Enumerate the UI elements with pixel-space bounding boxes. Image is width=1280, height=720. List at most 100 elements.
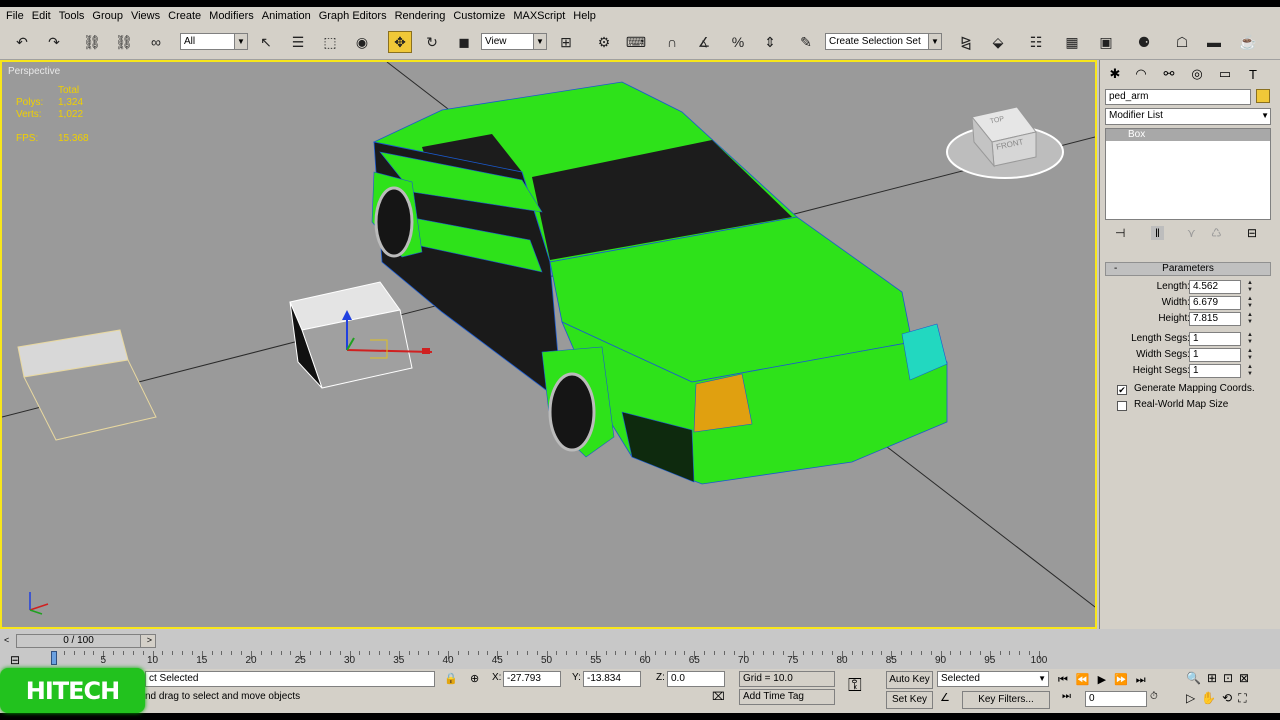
menu-modifiers[interactable]: Modifiers: [207, 7, 260, 26]
current-time-marker[interactable]: [51, 651, 57, 665]
make-unique-icon[interactable]: ⋎: [1187, 226, 1196, 240]
track-bar[interactable]: 0510152025303540455055606570758085909510…: [16, 651, 1086, 669]
modifier-list-dropdown[interactable]: Modifier List ▼: [1105, 108, 1271, 125]
lock-selection-icon[interactable]: 🔒: [444, 672, 458, 685]
key-mode-toggle-icon[interactable]: ⏭: [1062, 691, 1071, 702]
stack-item-box[interactable]: Box: [1106, 129, 1270, 141]
render-setup-icon[interactable]: ☖: [1170, 31, 1194, 53]
length-field[interactable]: 4.562: [1189, 280, 1241, 294]
key-filters-button[interactable]: Key Filters...: [962, 691, 1050, 709]
manipulate-icon[interactable]: ⚙: [592, 31, 616, 53]
real-world-map-size-checkbox[interactable]: [1117, 401, 1127, 411]
object-color-swatch[interactable]: [1256, 89, 1270, 103]
selection-filter-dropdown[interactable]: All ▼: [180, 33, 248, 50]
menu-create[interactable]: Create: [166, 7, 207, 26]
select-object-icon[interactable]: ↖: [254, 31, 278, 53]
pin-stack-icon[interactable]: ⊣: [1115, 226, 1125, 240]
key-mode-dropdown[interactable]: Selected ▼: [937, 671, 1049, 687]
generate-mapping-checkbox[interactable]: ✔: [1117, 385, 1127, 395]
reference-coordinate-dropdown[interactable]: View ▼: [481, 33, 547, 50]
perspective-viewport[interactable]: Perspective Total Polys: 1,324 Verts: 1,…: [0, 60, 1097, 629]
rendered-frame-window-icon[interactable]: ▬: [1202, 31, 1226, 53]
pivot-center-icon[interactable]: ⊞: [554, 31, 578, 53]
snaps-toggle-icon[interactable]: ∩: [660, 31, 684, 53]
percent-snap-icon[interactable]: %: [726, 31, 750, 53]
parameters-rollout-header[interactable]: - Parameters: [1105, 262, 1271, 276]
menu-animation[interactable]: Animation: [260, 7, 317, 26]
material-editor-icon[interactable]: ⚈: [1132, 31, 1156, 53]
modify-tab-icon[interactable]: ◠: [1130, 64, 1152, 84]
width-spinner[interactable]: ▲ ▼: [1245, 296, 1255, 310]
width-segs-field[interactable]: 1: [1189, 348, 1241, 362]
length-spinner[interactable]: ▲ ▼: [1245, 280, 1255, 294]
height-spinner[interactable]: ▲ ▼: [1245, 312, 1255, 326]
menu-customize[interactable]: Customize: [451, 7, 511, 26]
slider-prev-icon[interactable]: <: [4, 635, 9, 645]
set-key-button[interactable]: Set Key: [886, 691, 933, 709]
time-config-icon[interactable]: ⏱: [1150, 691, 1158, 702]
time-slider-thumb[interactable]: 0 / 100: [17, 635, 141, 647]
mini-curve-editor-icon[interactable]: ⊟: [10, 653, 20, 667]
menu-views[interactable]: Views: [129, 7, 166, 26]
width-segs-spinner[interactable]: ▲ ▼: [1245, 348, 1255, 362]
height-segs-field[interactable]: 1: [1189, 364, 1241, 378]
menu-file[interactable]: File: [4, 7, 30, 26]
menu-maxscript[interactable]: MAXScript: [511, 7, 571, 26]
utilities-tab-icon[interactable]: T: [1242, 64, 1264, 84]
align-icon[interactable]: ⬙: [986, 31, 1010, 53]
redo-icon[interactable]: ↷: [42, 31, 66, 53]
viewport-nav-row-2[interactable]: ▷✋⟲⛶: [1186, 691, 1253, 706]
viewport-nav-row-1[interactable]: 🔍⊞⊡⊠: [1186, 671, 1255, 685]
auto-key-button[interactable]: Auto Key: [886, 671, 933, 689]
select-and-scale-icon[interactable]: ◼: [452, 31, 476, 53]
display-tab-icon[interactable]: ▭: [1214, 64, 1236, 84]
curve-editor-icon[interactable]: ▦: [1060, 31, 1084, 53]
time-slider[interactable]: 0 / 100 >: [16, 634, 156, 648]
show-end-result-icon[interactable]: ‖: [1151, 226, 1164, 240]
length-segs-field[interactable]: 1: [1189, 332, 1241, 346]
link-icon[interactable]: ⛓: [80, 31, 104, 53]
schematic-view-icon[interactable]: ▣: [1094, 31, 1118, 53]
menu-tools[interactable]: Tools: [57, 7, 91, 26]
menu-help[interactable]: Help: [571, 7, 602, 26]
select-and-rotate-icon[interactable]: ↻: [420, 31, 444, 53]
height-field[interactable]: 7.815: [1189, 312, 1241, 326]
absolute-mode-icon[interactable]: ⊕: [470, 672, 479, 685]
named-selection-sets-dropdown[interactable]: Create Selection Set ▼: [825, 33, 942, 50]
set-key-icon[interactable]: ⚿: [848, 675, 862, 696]
height-segs-spinner[interactable]: ▲ ▼: [1245, 364, 1255, 378]
rectangular-selection-icon[interactable]: ⬚: [318, 31, 342, 53]
configure-modifier-sets-icon[interactable]: ⊟: [1247, 226, 1257, 240]
x-coord-field[interactable]: -27.793: [503, 671, 561, 687]
time-tag-icon[interactable]: ⌧: [712, 690, 725, 703]
remove-modifier-icon[interactable]: ♺: [1211, 226, 1222, 240]
create-tab-icon[interactable]: ✱: [1104, 64, 1126, 84]
spinner-snap-icon[interactable]: ⇕: [758, 31, 782, 53]
playback-controls[interactable]: ⏮⏪▶⏩⏭: [1058, 673, 1154, 687]
slider-next-icon[interactable]: >: [147, 635, 152, 645]
add-time-tag-button[interactable]: Add Time Tag: [739, 689, 835, 705]
z-coord-field[interactable]: 0.0: [667, 671, 725, 687]
object-name-field[interactable]: ped_arm: [1105, 89, 1251, 105]
bind-spacewarp-icon[interactable]: ∞: [144, 31, 168, 53]
width-field[interactable]: 6.679: [1189, 296, 1241, 310]
hierarchy-tab-icon[interactable]: ⚯: [1158, 64, 1180, 84]
menu-rendering[interactable]: Rendering: [393, 7, 452, 26]
unlink-icon[interactable]: ⛓: [112, 31, 136, 53]
y-coord-field[interactable]: -13.834: [583, 671, 641, 687]
default-tangent-icon[interactable]: ∠: [940, 691, 950, 704]
quick-render-icon[interactable]: ☕: [1236, 31, 1260, 53]
keyboard-shortcut-override-icon[interactable]: ⌨: [624, 31, 648, 53]
layer-manager-icon[interactable]: ☷: [1024, 31, 1048, 53]
window-crossing-icon[interactable]: ◉: [350, 31, 374, 53]
menu-edit[interactable]: Edit: [30, 7, 57, 26]
menu-group[interactable]: Group: [90, 7, 129, 26]
length-segs-spinner[interactable]: ▲ ▼: [1245, 332, 1255, 346]
undo-icon[interactable]: ↶: [10, 31, 34, 53]
select-and-move-icon[interactable]: ✥: [388, 31, 412, 53]
menu-graph-editors[interactable]: Graph Editors: [317, 7, 393, 26]
motion-tab-icon[interactable]: ◎: [1186, 64, 1208, 84]
select-by-name-icon[interactable]: ☰: [286, 31, 310, 53]
mirror-icon[interactable]: ⧎: [954, 31, 978, 53]
current-frame-field[interactable]: 0: [1085, 691, 1147, 707]
